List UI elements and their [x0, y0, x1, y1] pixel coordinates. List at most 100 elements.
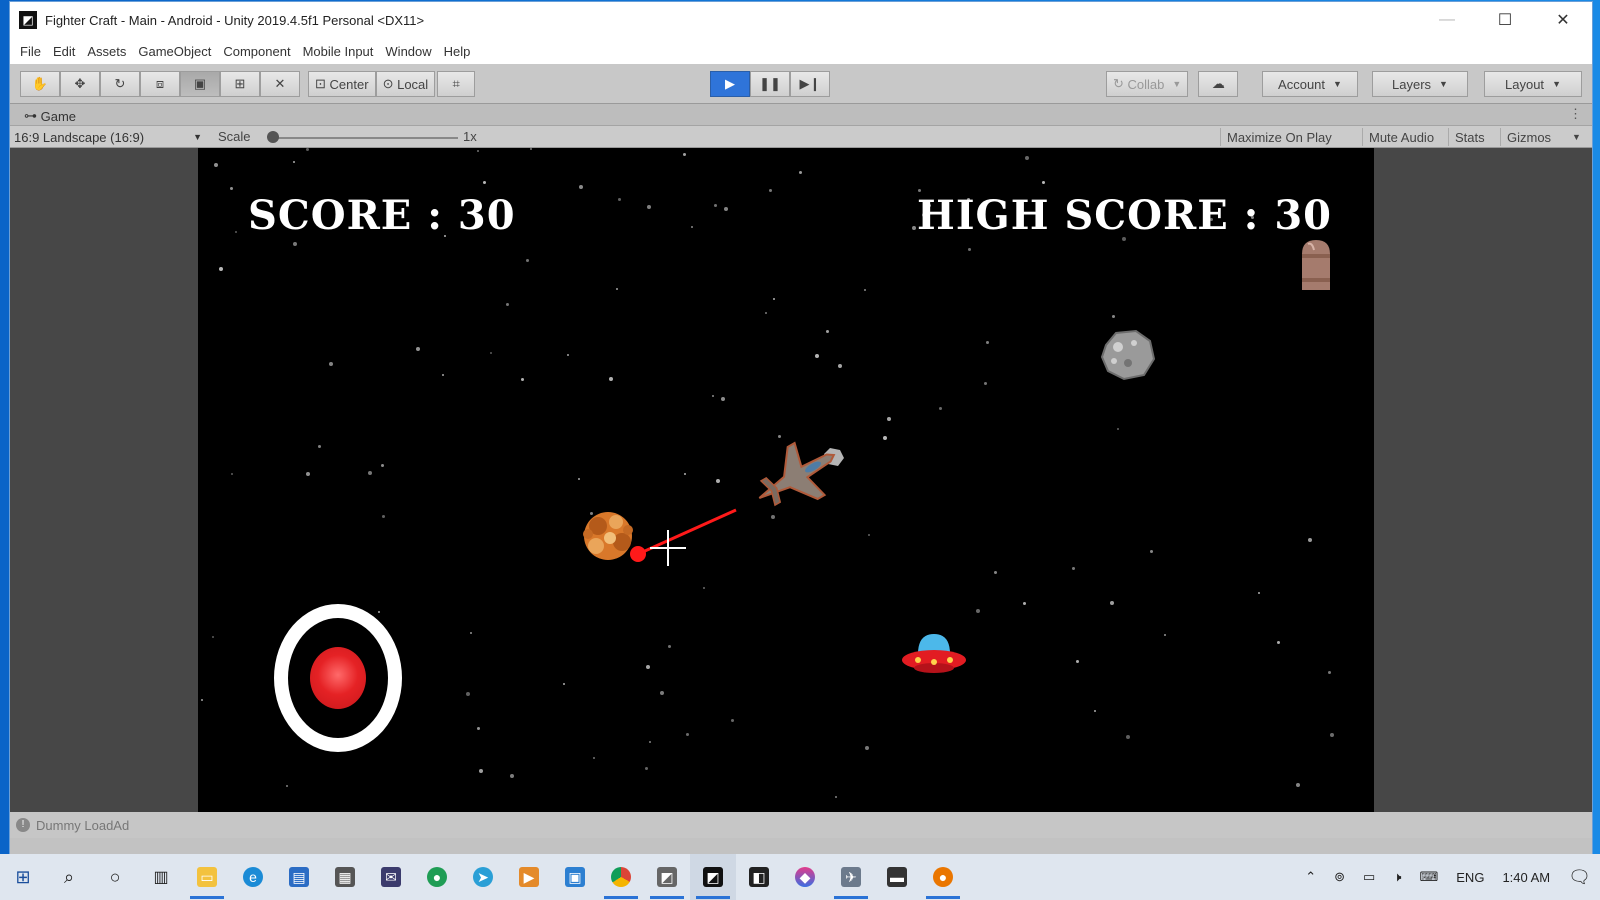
scale-slider-thumb[interactable]: [267, 131, 279, 143]
aspect-ratio-dropdown[interactable]: 16:9 Landscape (16:9) ▼: [14, 128, 204, 146]
system-tray: ⌃ ⊚ ▭ 🕨 ⌨ ENG 1:40 AM 🗨: [1296, 854, 1600, 900]
step-button[interactable]: ▶❙: [790, 71, 830, 97]
taskbar: ⊞ ⌕ ○ ▥ ▭ e ▤ ▦ ✉ ● ➤ ▶ ▣ ◩ ◩ ◧ ◆ ✈ ▬ ● …: [0, 854, 1600, 900]
more-options-icon[interactable]: ⋮: [1569, 106, 1582, 122]
taskbar-visual-studio[interactable]: ◩: [644, 854, 690, 900]
keyboard-icon[interactable]: ⌨: [1411, 869, 1448, 885]
taskbar-app-2[interactable]: ✉: [368, 854, 414, 900]
taskbar-app-3[interactable]: ●: [414, 854, 460, 900]
hand-tool-icon[interactable]: ✋: [20, 71, 60, 97]
unity-icon: ◩: [703, 867, 723, 887]
app-icon-9: ▬: [887, 867, 907, 887]
unity-hub-icon: ◧: [749, 867, 769, 887]
menu-window[interactable]: Window: [379, 44, 437, 59]
close-button[interactable]: ✕: [1534, 2, 1592, 38]
gizmos-dropdown-icon[interactable]: ▼: [1566, 128, 1587, 146]
menu-file[interactable]: File: [14, 44, 47, 59]
taskbar-file-explorer[interactable]: ▭: [184, 854, 230, 900]
taskbar-blender[interactable]: ●: [920, 854, 966, 900]
rect-tool-icon[interactable]: ▣: [180, 71, 220, 97]
pivot-controls: ⊡ Center ⊙ Local ⌗: [308, 71, 476, 97]
task-view-button[interactable]: ▥: [138, 854, 184, 900]
menu-edit[interactable]: Edit: [47, 44, 81, 59]
layers-dropdown-group: Layers ▼: [1372, 71, 1468, 97]
battery-icon[interactable]: ▭: [1354, 869, 1384, 885]
notifications-icon[interactable]: 🗨: [1559, 867, 1600, 888]
menu-mobile-input[interactable]: Mobile Input: [297, 44, 380, 59]
fire-button[interactable]: [274, 604, 402, 752]
pivot-center-button[interactable]: ⊡ Center: [308, 71, 376, 97]
taskbar-edge[interactable]: e: [230, 854, 276, 900]
collab-controls: ↻ Collab ▼ ☁: [1106, 71, 1239, 97]
tab-game[interactable]: ⊶ Game: [16, 106, 84, 126]
game-tab-bar: ⊶ Game ⋮: [10, 104, 1592, 126]
pivot-local-button[interactable]: ⊙ Local: [375, 71, 436, 97]
window-title: Fighter Craft - Main - Android - Unity 2…: [45, 12, 425, 28]
move-tool-icon[interactable]: ✥: [60, 71, 100, 97]
collab-label: Collab: [1127, 76, 1165, 92]
clock[interactable]: 1:40 AM: [1493, 870, 1559, 885]
maximize-on-play-toggle[interactable]: Maximize On Play: [1220, 128, 1338, 146]
taskbar-unity[interactable]: ◩: [690, 854, 736, 900]
asteroid-sprite: [1100, 329, 1156, 381]
menu-bar: File Edit Assets GameObject Component Mo…: [10, 38, 1592, 64]
layout-dropdown-group: Layout ▼: [1484, 71, 1582, 97]
status-message[interactable]: Dummy LoadAd: [36, 818, 129, 833]
layout-dropdown[interactable]: Layout ▼: [1484, 71, 1582, 97]
info-icon: !: [16, 818, 30, 832]
account-dropdown-group: Account ▼: [1262, 71, 1358, 97]
show-hidden-icons-icon[interactable]: ⌃: [1296, 869, 1325, 885]
desktop: ◩ Fighter Craft - Main - Android - Unity…: [0, 0, 1600, 900]
menu-help[interactable]: Help: [438, 44, 477, 59]
taskbar-app-8[interactable]: ✈: [828, 854, 874, 900]
account-dropdown[interactable]: Account ▼: [1262, 71, 1358, 97]
taskbar-app-7[interactable]: ◆: [782, 854, 828, 900]
ufo-enemy-sprite: [902, 634, 966, 673]
minimize-button[interactable]: —: [1418, 2, 1476, 38]
taskbar-store[interactable]: ▦: [322, 854, 368, 900]
mute-audio-toggle[interactable]: Mute Audio: [1362, 128, 1440, 146]
game-viewport[interactable]: SCORE : 30 HIGH SCORE : 30: [198, 148, 1374, 812]
language-indicator[interactable]: ENG: [1447, 870, 1493, 885]
scale-slider-track[interactable]: [268, 137, 458, 139]
stats-toggle[interactable]: Stats: [1448, 128, 1491, 146]
toolbar: ✋ ✥ ↻ ⧈ ▣ ⊞ ✕ ⊡ Center ⊙ Local ⌗ ▶ ❚❚ ▶❙…: [10, 64, 1592, 104]
app-icon-2: ✉: [381, 867, 401, 887]
game-view: SCORE : 30 HIGH SCORE : 30: [10, 148, 1592, 812]
scale-tool-icon[interactable]: ⧈: [140, 71, 180, 97]
network-icon[interactable]: ⊚: [1325, 869, 1354, 885]
pause-button[interactable]: ❚❚: [750, 71, 790, 97]
taskbar-app-5[interactable]: ▶: [506, 854, 552, 900]
gizmos-toggle[interactable]: Gizmos: [1500, 128, 1557, 146]
search-button[interactable]: ⌕: [46, 854, 92, 900]
rotate-tool-icon[interactable]: ↻: [100, 71, 140, 97]
taskbar-app-4[interactable]: ➤: [460, 854, 506, 900]
taskbar-app-9[interactable]: ▬: [874, 854, 920, 900]
custom-tool-icon[interactable]: ✕: [260, 71, 300, 97]
cloud-icon[interactable]: ☁: [1198, 71, 1239, 97]
task-view-icon: ▥: [153, 869, 169, 886]
maximize-button[interactable]: ☐: [1476, 2, 1534, 38]
taskbar-unity-hub[interactable]: ◧: [736, 854, 782, 900]
start-button[interactable]: ⊞: [0, 854, 46, 900]
play-button[interactable]: ▶: [710, 71, 750, 97]
transform-tool-icon[interactable]: ⊞: [220, 71, 260, 97]
volume-icon[interactable]: 🕨: [1384, 869, 1410, 885]
tab-game-label: Game: [40, 108, 77, 124]
cortana-button[interactable]: ○: [92, 854, 138, 900]
taskbar-app-1[interactable]: ▤: [276, 854, 322, 900]
grid-snap-icon[interactable]: ⌗: [437, 71, 476, 97]
menu-gameobject[interactable]: GameObject: [132, 44, 217, 59]
menu-assets[interactable]: Assets: [81, 44, 132, 59]
taskbar-app-6[interactable]: ▣: [552, 854, 598, 900]
unity-logo-icon: ◩: [19, 11, 37, 29]
taskbar-chrome[interactable]: [598, 854, 644, 900]
app-icon-1: ▤: [289, 867, 309, 887]
menu-component[interactable]: Component: [217, 44, 296, 59]
account-label: Account: [1278, 76, 1326, 92]
layers-dropdown[interactable]: Layers ▼: [1372, 71, 1468, 97]
collab-button[interactable]: ↻ Collab ▼: [1106, 71, 1189, 97]
globe-icon: ⊙: [382, 76, 394, 91]
unity-editor-window: ◩ Fighter Craft - Main - Android - Unity…: [10, 2, 1592, 854]
app-icon-7: ◆: [795, 867, 815, 887]
